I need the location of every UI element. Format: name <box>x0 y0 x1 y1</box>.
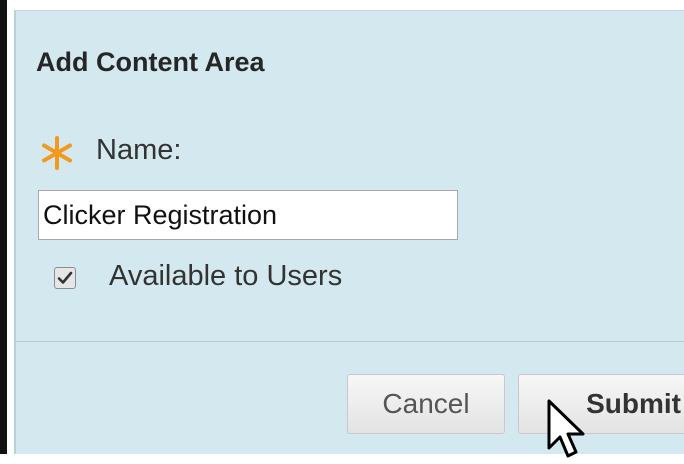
button-row-divider <box>16 341 684 342</box>
add-content-area-dialog: Add Content Area Name: Available to User… <box>14 10 684 458</box>
asterisk-icon <box>42 136 72 170</box>
dialog-title: Add Content Area <box>36 47 265 77</box>
checkmark-icon <box>57 271 73 284</box>
screenshot-frame: Add Content Area Name: Available to User… <box>0 0 684 458</box>
available-to-users-checkbox[interactable] <box>54 267 76 289</box>
submit-button[interactable]: Submit <box>518 374 684 434</box>
available-to-users-label[interactable]: Available to Users <box>109 260 342 293</box>
panel-top-border <box>16 10 684 11</box>
window-edge <box>0 0 7 454</box>
name-label: Name: <box>96 134 182 166</box>
cancel-button[interactable]: Cancel <box>347 374 505 434</box>
name-input[interactable] <box>38 190 458 240</box>
